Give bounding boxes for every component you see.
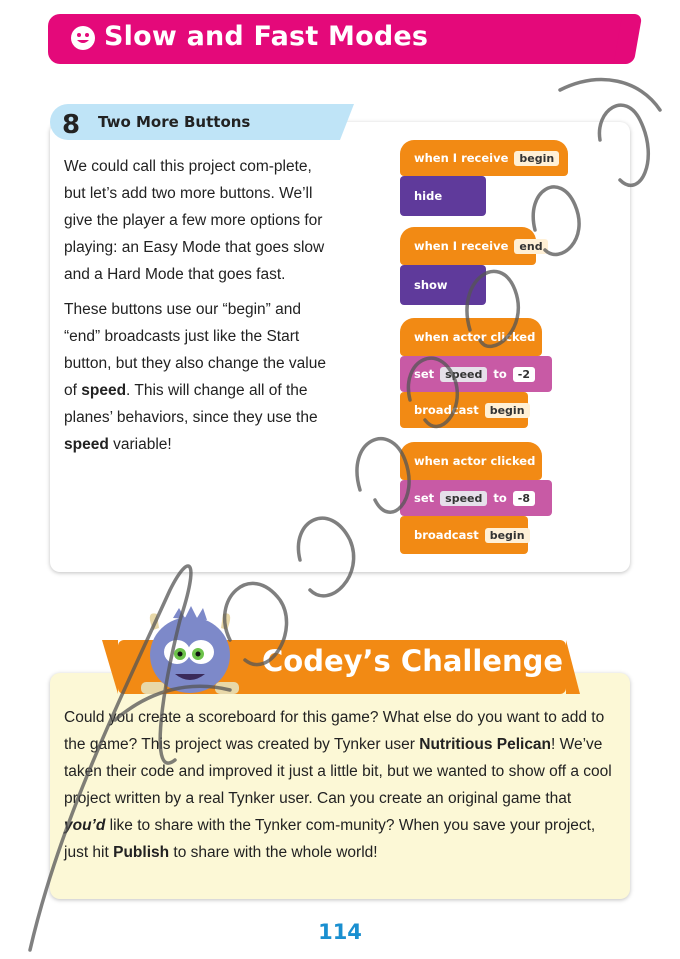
block-label: hide (414, 189, 443, 203)
step-body: We could call this project com-plete, bu… (64, 153, 334, 466)
block-label: set (414, 491, 435, 505)
block-label: when actor clicked (414, 454, 536, 468)
code-block-hide: hide (400, 176, 486, 216)
step-paragraph-2: These buttons use our “begin” and “end” … (64, 296, 334, 458)
challenge-title: Codey’s Challenge (262, 644, 564, 678)
block-input-begin: begin (484, 402, 530, 418)
block-input-value: -8 (512, 490, 536, 506)
bold-term-publish: Publish (113, 844, 170, 861)
text-run: to share with the whole world! (169, 844, 378, 861)
block-input-value: -2 (512, 366, 536, 382)
block-input-variable: speed (440, 366, 488, 382)
code-block-set-speed-2: set speed to -8 (400, 480, 552, 516)
code-block-when-receive-end: when I receive end (400, 227, 548, 265)
code-block-when-receive-begin: when I receive begin (400, 140, 568, 176)
page-number: 114 (318, 920, 362, 944)
block-label: set (414, 367, 435, 381)
bold-term-speed: speed (81, 382, 127, 399)
block-input-variable: speed (440, 490, 488, 506)
block-input-end: end (514, 238, 548, 254)
block-label: when I receive (414, 151, 509, 165)
block-label: when actor clicked (414, 330, 536, 344)
code-block-when-actor-clicked-2: when actor clicked (400, 442, 542, 480)
code-block-broadcast-begin-2: broadcast begin (400, 516, 530, 554)
block-label: to (493, 491, 507, 505)
block-label: show (414, 278, 448, 292)
bold-term-speed: speed (64, 436, 109, 453)
step-number: 8 (62, 110, 81, 140)
code-block-broadcast-begin-1: broadcast begin (400, 392, 530, 428)
codey-monster-mascot-icon (141, 606, 239, 694)
text-run: variable! (108, 436, 172, 453)
block-label: broadcast (414, 528, 479, 542)
bold-term-user: Nutritious Pelican (419, 736, 552, 753)
emphasis-term: you’d (64, 817, 106, 834)
step-title: Two More Buttons (98, 113, 251, 131)
challenge-body: Could you create a scoreboard for this g… (64, 704, 614, 866)
block-input-begin: begin (514, 150, 560, 166)
block-label: when I receive (414, 239, 509, 253)
block-label: broadcast (414, 403, 479, 417)
code-block-show: show (400, 265, 486, 305)
step-paragraph-1: We could call this project com-plete, bu… (64, 158, 325, 283)
block-label: to (493, 367, 507, 381)
section-title-banner: Slow and Fast Modes (48, 14, 628, 64)
code-block-set-speed-1: set speed to -2 (400, 356, 552, 392)
section-title: Slow and Fast Modes (104, 21, 429, 52)
smiley-icon (71, 26, 95, 50)
block-input-begin: begin (484, 527, 530, 543)
code-block-when-actor-clicked-1: when actor clicked (400, 318, 542, 356)
